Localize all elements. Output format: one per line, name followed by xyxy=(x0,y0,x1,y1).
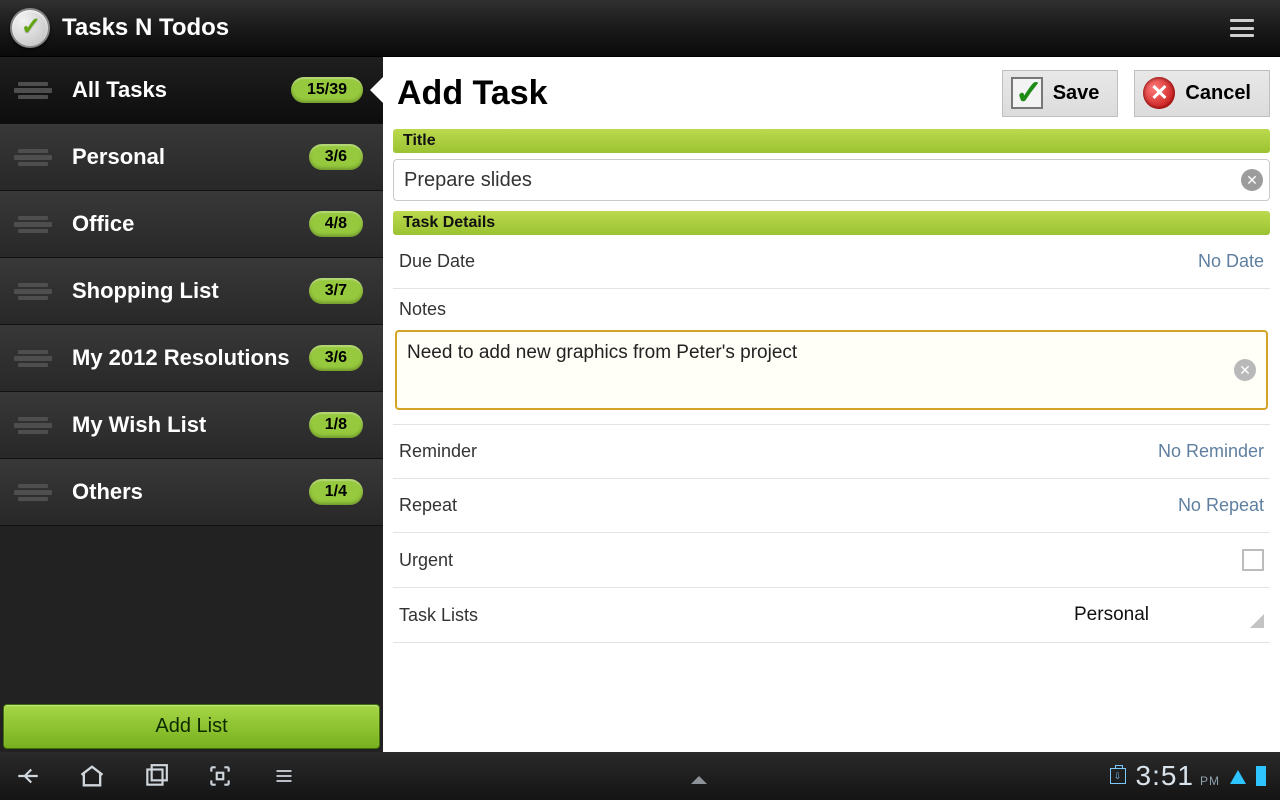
sidebar-item-label: Shopping List xyxy=(54,279,309,303)
sidebar-item-all-tasks[interactable]: All Tasks 15/39 xyxy=(0,57,383,124)
urgent-checkbox[interactable] xyxy=(1242,549,1264,571)
repeat-label: Repeat xyxy=(399,495,457,516)
back-icon[interactable] xyxy=(14,762,42,790)
sidebar-item-label: Office xyxy=(54,212,309,236)
due-date-value: No Date xyxy=(1198,251,1264,272)
drag-handle-icon[interactable] xyxy=(12,484,54,501)
sidebar-item-shopping-list[interactable]: Shopping List 3/7 xyxy=(0,258,383,325)
sidebar-item-wishlist[interactable]: My Wish List 1/8 xyxy=(0,392,383,459)
clock-time: 3:51 xyxy=(1136,760,1195,792)
title-input-wrapper[interactable]: ✕ xyxy=(393,159,1270,201)
sidebar-empty-area xyxy=(0,526,383,704)
tasklists-row[interactable]: Task Lists Personal xyxy=(393,588,1270,643)
reminder-row[interactable]: Reminder No Reminder xyxy=(393,425,1270,479)
menu-icon[interactable] xyxy=(1230,19,1254,37)
urgent-label: Urgent xyxy=(399,550,453,571)
section-header-title: Title xyxy=(393,129,1270,153)
notes-textarea[interactable] xyxy=(407,342,1234,398)
notes-label: Notes xyxy=(395,299,1268,330)
app-topbar: Tasks N Todos xyxy=(0,0,1280,57)
system-nav-bar: ⇩ 3:51 PM xyxy=(0,752,1280,800)
sidebar-item-label: Personal xyxy=(54,145,309,169)
clock-ampm: PM xyxy=(1200,774,1220,788)
recent-apps-icon[interactable] xyxy=(142,762,170,790)
section-header-details: Task Details xyxy=(393,211,1270,235)
sidebar-item-personal[interactable]: Personal 3/6 xyxy=(0,124,383,191)
check-icon xyxy=(1011,77,1043,109)
screenshot-icon[interactable] xyxy=(206,762,234,790)
reminder-value: No Reminder xyxy=(1158,441,1264,462)
tasklists-value: Personal xyxy=(1074,604,1149,626)
count-badge: 3/6 xyxy=(309,144,363,170)
tasklists-select[interactable]: Personal xyxy=(1074,604,1264,626)
overflow-menu-icon[interactable] xyxy=(270,762,298,790)
battery-icon xyxy=(1256,766,1266,786)
sidebar-item-label: My Wish List xyxy=(54,413,309,437)
save-button[interactable]: Save xyxy=(1002,70,1119,117)
sidebar-item-label: All Tasks xyxy=(54,78,291,102)
clear-notes-icon[interactable]: ✕ xyxy=(1234,359,1256,381)
repeat-value: No Repeat xyxy=(1178,495,1264,516)
wifi-icon xyxy=(1230,762,1246,784)
sidebar-item-resolutions[interactable]: My 2012 Resolutions 3/6 xyxy=(0,325,383,392)
add-list-label: Add List xyxy=(155,715,227,738)
notes-field[interactable]: ✕ xyxy=(395,330,1268,410)
repeat-row[interactable]: Repeat No Repeat xyxy=(393,479,1270,533)
due-date-label: Due Date xyxy=(399,251,475,272)
cancel-button[interactable]: Cancel xyxy=(1134,70,1270,117)
chevron-up-icon xyxy=(691,768,707,784)
count-badge: 3/7 xyxy=(309,278,363,304)
sidebar-item-label: Others xyxy=(54,480,309,504)
drag-handle-icon[interactable] xyxy=(12,283,54,300)
close-icon xyxy=(1143,77,1175,109)
count-badge: 4/8 xyxy=(309,211,363,237)
sidebar: All Tasks 15/39 Personal 3/6 Office 4/8 … xyxy=(0,57,383,752)
drag-handle-icon[interactable] xyxy=(12,149,54,166)
save-button-label: Save xyxy=(1053,82,1100,105)
sidebar-item-label: My 2012 Resolutions xyxy=(54,346,309,370)
count-badge: 3/6 xyxy=(309,345,363,371)
home-icon[interactable] xyxy=(78,762,106,790)
drag-handle-icon[interactable] xyxy=(12,82,54,99)
drag-handle-icon[interactable] xyxy=(12,216,54,233)
download-notification-icon[interactable]: ⇩ xyxy=(1110,768,1126,784)
app-logo-icon xyxy=(10,8,50,48)
title-input[interactable] xyxy=(404,169,1241,192)
count-badge: 1/8 xyxy=(309,412,363,438)
notification-handle[interactable] xyxy=(298,768,1100,784)
clear-title-icon[interactable]: ✕ xyxy=(1241,169,1263,191)
urgent-row[interactable]: Urgent xyxy=(393,533,1270,588)
cancel-button-label: Cancel xyxy=(1185,82,1251,105)
app-title: Tasks N Todos xyxy=(62,14,1230,42)
reminder-label: Reminder xyxy=(399,441,477,462)
count-badge: 1/4 xyxy=(309,479,363,505)
add-list-button[interactable]: Add List xyxy=(3,704,380,749)
count-badge: 15/39 xyxy=(291,77,363,103)
sidebar-item-office[interactable]: Office 4/8 xyxy=(0,191,383,258)
add-task-panel: Add Task Save Cancel Title ✕ Task Detail… xyxy=(383,57,1280,752)
panel-title: Add Task xyxy=(397,74,986,113)
status-clock[interactable]: 3:51 PM xyxy=(1136,760,1221,792)
sidebar-item-others[interactable]: Others 1/4 xyxy=(0,459,383,526)
drag-handle-icon[interactable] xyxy=(12,417,54,434)
due-date-row[interactable]: Due Date No Date xyxy=(393,235,1270,289)
tasklists-label: Task Lists xyxy=(399,605,478,626)
drag-handle-icon[interactable] xyxy=(12,350,54,367)
